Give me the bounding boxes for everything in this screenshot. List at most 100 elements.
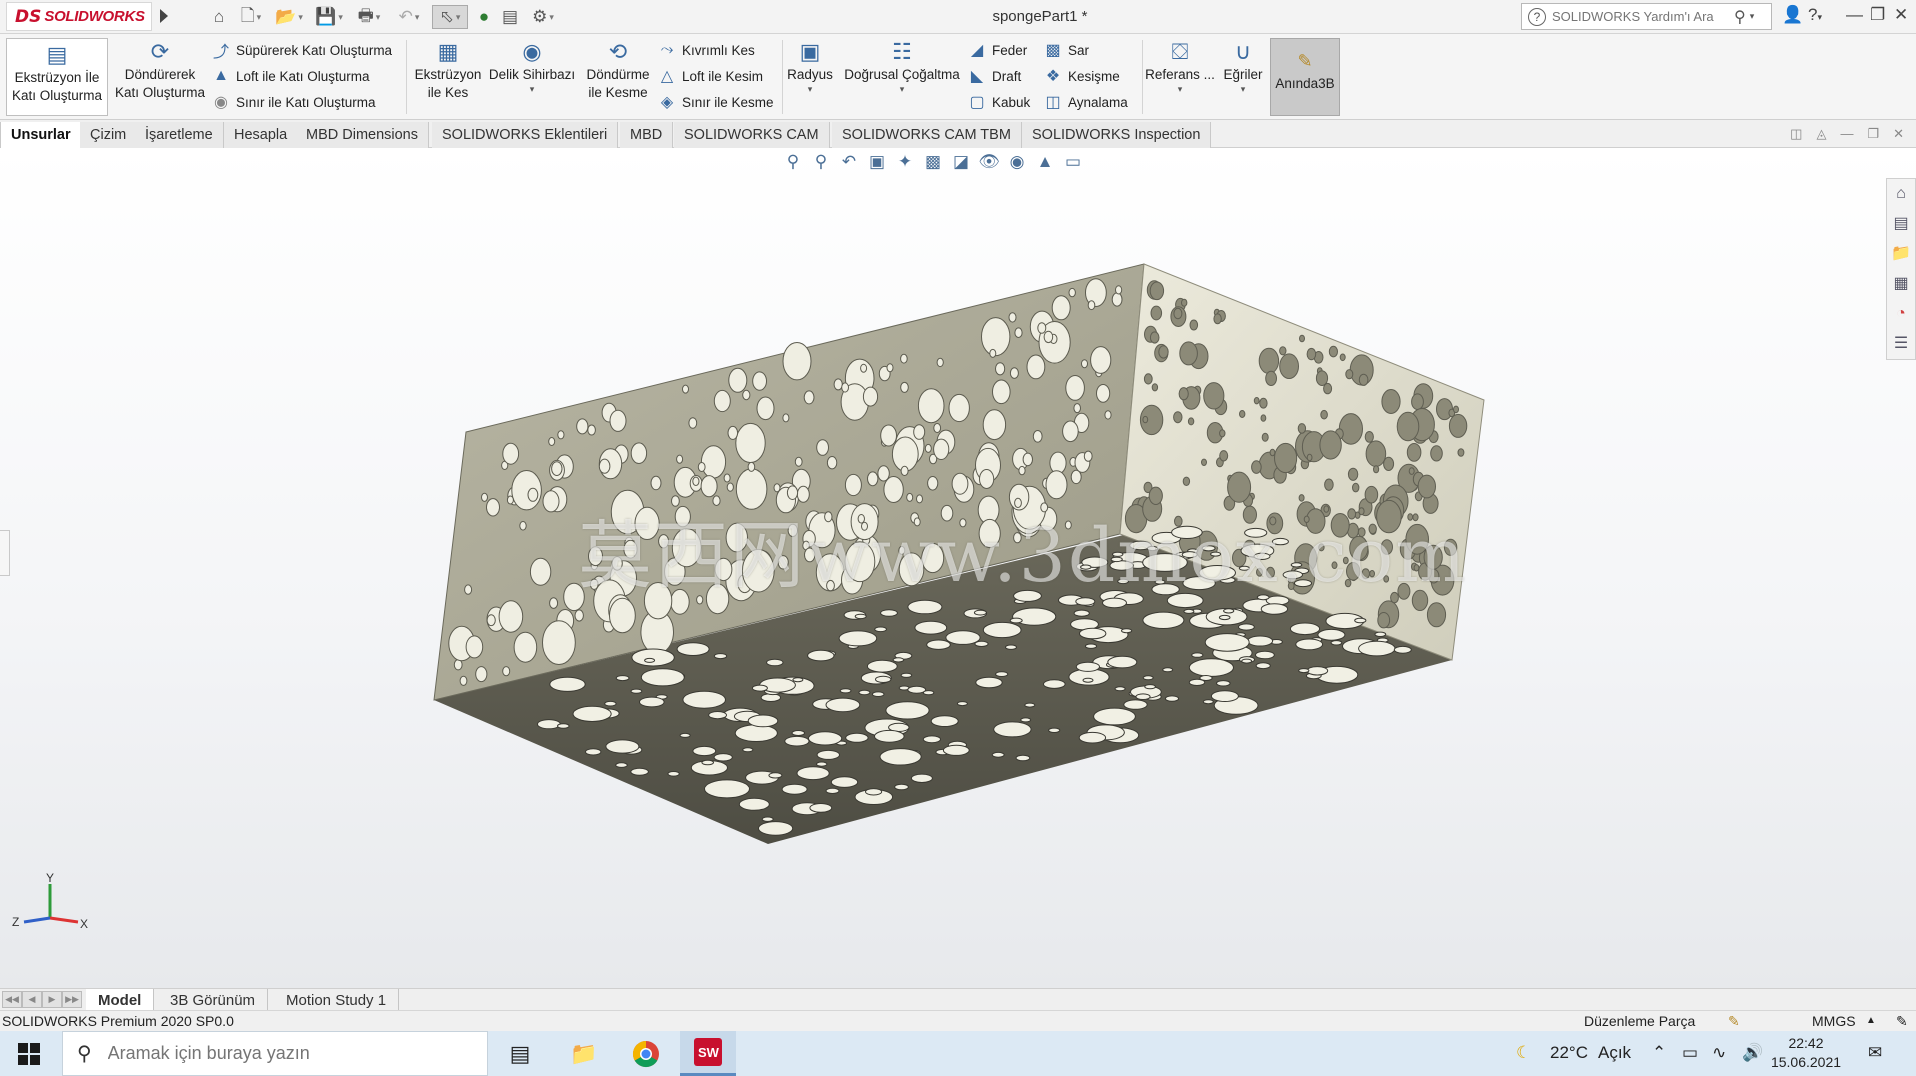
revolve-cut-button[interactable]: ⟲ Döndürme ile Kesme [578,38,658,116]
taskbar-search-box[interactable]: ⚲ [62,1031,488,1076]
sponge-pore [1239,410,1246,418]
fillet-dropdown-icon[interactable]: ▾ [808,84,813,94]
sponge-pore [1315,370,1329,386]
tab-solidworks-cam-tbm[interactable]: SOLIDWORKS CAM TBM [832,122,1022,148]
sponge-pore [922,735,942,744]
help-search-input[interactable] [1552,9,1728,24]
chrome-app-icon[interactable] [618,1031,674,1076]
boundary-cut-button[interactable]: ◈ Sınır ile Kesme [656,90,774,114]
extrude-cut-button[interactable]: ▦ Ekstrüzyon ile Kes [410,38,486,116]
tab-3d-view[interactable]: 3B Görünüm [158,989,269,1011]
restore-icon[interactable]: ❐ [1870,5,1885,25]
taskbar-clock[interactable]: 22:42 15.06.2021 [1760,1034,1852,1072]
tab-sketch[interactable]: Çizim [80,122,138,148]
show-hidden-icons-icon[interactable]: ⌃ [1652,1043,1666,1063]
tab-evaluate[interactable]: Hesapla [224,122,299,148]
sponge-pore [1179,341,1198,366]
tab-mbd[interactable]: MBD [620,122,674,148]
notifications-icon[interactable]: ✉ [1868,1043,1882,1063]
shell-button[interactable]: ▢ Kabuk [966,90,1030,114]
battery-icon[interactable]: ▭ [1682,1043,1698,1063]
sponge-pore [913,424,926,440]
instant3d-button[interactable]: ✎ Anında3B [1270,38,1340,116]
sponge-pore [993,721,1032,738]
reference-dropdown-icon[interactable]: ▾ [1178,84,1183,94]
next-tab-arrow-icon[interactable]: ▶ [42,991,62,1008]
tab-model[interactable]: Model [86,989,155,1011]
sponge-pore [948,393,970,423]
tab-solidworks-cam[interactable]: SOLIDWORKS CAM [674,122,830,148]
curves-dropdown-icon[interactable]: ▾ [1241,84,1246,94]
tile-view-icon[interactable]: ◬ [1816,126,1826,142]
graphics-area[interactable]: ⚲ ⚲ ↶ ▣ ✦ ▩ ◪ 👁 ◉ ▲ ▭ ⌂ ▤ 📁 ▦ ◔ ☰ 莫西网www… [0,148,1916,988]
swept-boss-button[interactable]: ⤴ Süpürerek Katı Oluşturma [210,38,392,62]
sponge-pore [1020,717,1032,723]
viewport-close-icon[interactable]: ✕ [1893,126,1904,142]
sponge-pore [1121,628,1133,634]
swept-boss-icon: ⤴ [212,44,229,61]
reference-geometry-button[interactable]: ⛋ Referans ... ▾ [1144,38,1216,116]
weather-moon-icon[interactable]: ☾ [1516,1043,1531,1063]
close-icon[interactable]: ✕ [1894,5,1908,25]
boundary-boss-button[interactable]: ◉ Sınır ile Katı Oluşturma [210,90,376,114]
wrap-button[interactable]: ▩ Sar [1042,38,1089,62]
windows-start-button[interactable] [0,1031,58,1076]
help-search-box[interactable]: ? ⚲ ▾ [1521,3,1772,30]
sponge-pore [734,724,778,742]
solidworks-app-icon[interactable]: SW [680,1031,736,1076]
sponge-pore [701,759,715,766]
edit-mode-status: Düzenleme Parça [1584,1013,1696,1029]
loft-cut-button[interactable]: △ Loft ile Kesim [656,64,763,88]
sponge-pore [1123,699,1148,710]
weather-condition[interactable]: Açık [1598,1043,1631,1063]
user-account-icon[interactable]: 👤 [1782,5,1803,25]
extrude-boss-button[interactable]: ▤ Ekstrüzyon İle Katı Oluşturma [6,38,108,116]
first-tab-arrow-icon[interactable]: ◀◀ [2,991,22,1008]
curves-button[interactable]: ∪ Eğriler ▾ [1218,38,1268,116]
tab-features[interactable]: Unsurlar [0,122,82,148]
last-tab-arrow-icon[interactable]: ▶▶ [62,991,82,1008]
mirror-button[interactable]: ◫ Aynalama [1042,90,1127,114]
tab-solidworks-addins[interactable]: SOLIDWORKS Eklentileri [432,122,619,148]
hole-wizard-button[interactable]: ◉ Delik Sihirbazı ▾ [488,38,576,116]
linear-pattern-dropdown-icon[interactable]: ▾ [900,84,905,94]
sponge-pore [551,461,563,477]
sponge-pore [1430,445,1443,462]
sponge-pore [692,476,700,486]
tab-markup[interactable]: İşaretleme [135,122,224,148]
taskbar-search-input[interactable] [107,1043,428,1064]
split-view-icon[interactable]: ◫ [1790,126,1802,142]
viewport-minimize-icon[interactable]: — [1840,126,1853,142]
loft-boss-button[interactable]: ▲ Loft ile Katı Oluşturma [210,64,369,88]
search-dropdown-icon[interactable]: ▾ [1750,11,1755,22]
sponge-pore [1358,640,1396,657]
instant3d-label: Anında3B [1275,76,1335,91]
rib-button[interactable]: ◢ Feder [966,38,1027,62]
minimize-icon[interactable]: — [1846,5,1863,25]
draft-button[interactable]: ◣ Draft [966,64,1021,88]
tab-solidworks-inspection[interactable]: SOLIDWORKS Inspection [1022,122,1212,148]
prev-tab-arrow-icon[interactable]: ◀ [22,991,42,1008]
sponge-pore [587,424,596,436]
search-icon[interactable]: ⚲ [1734,7,1746,27]
task-view-icon[interactable]: ▤ [492,1031,548,1076]
revolve-boss-button[interactable]: ⟳ Döndürerek Katı Oluşturma [110,38,210,116]
hole-wizard-dropdown-icon[interactable]: ▾ [530,84,535,94]
help-menu-icon[interactable]: ?▾ [1808,5,1822,25]
unit-dropdown-icon[interactable]: ▲ [1866,1015,1876,1026]
unit-system[interactable]: MMGS [1812,1013,1856,1029]
viewport-restore-icon[interactable]: ❐ [1867,126,1879,142]
file-explorer-app-icon[interactable]: 📁 [556,1031,612,1076]
weather-temperature[interactable]: 22°C [1550,1043,1588,1063]
fillet-button[interactable]: ▣ Radyus ▾ [784,38,836,116]
rebuild-icon[interactable]: ✎ [1728,1013,1740,1030]
linear-pattern-button[interactable]: ☷ Doğrusal Çoğaltma ▾ [838,38,966,116]
swept-cut-button[interactable]: ⤳ Kıvrımlı Kes [656,38,755,62]
sponge-pore [936,357,944,368]
sponge-pore [880,609,898,617]
tab-motion-study[interactable]: Motion Study 1 [274,989,400,1011]
intersect-button[interactable]: ❖ Kesişme [1042,64,1120,88]
customize-status-icon[interactable]: ✎ [1896,1013,1908,1030]
wifi-icon[interactable]: ∿ [1712,1043,1726,1063]
tab-mbd-dimensions[interactable]: MBD Dimensions [296,122,429,148]
